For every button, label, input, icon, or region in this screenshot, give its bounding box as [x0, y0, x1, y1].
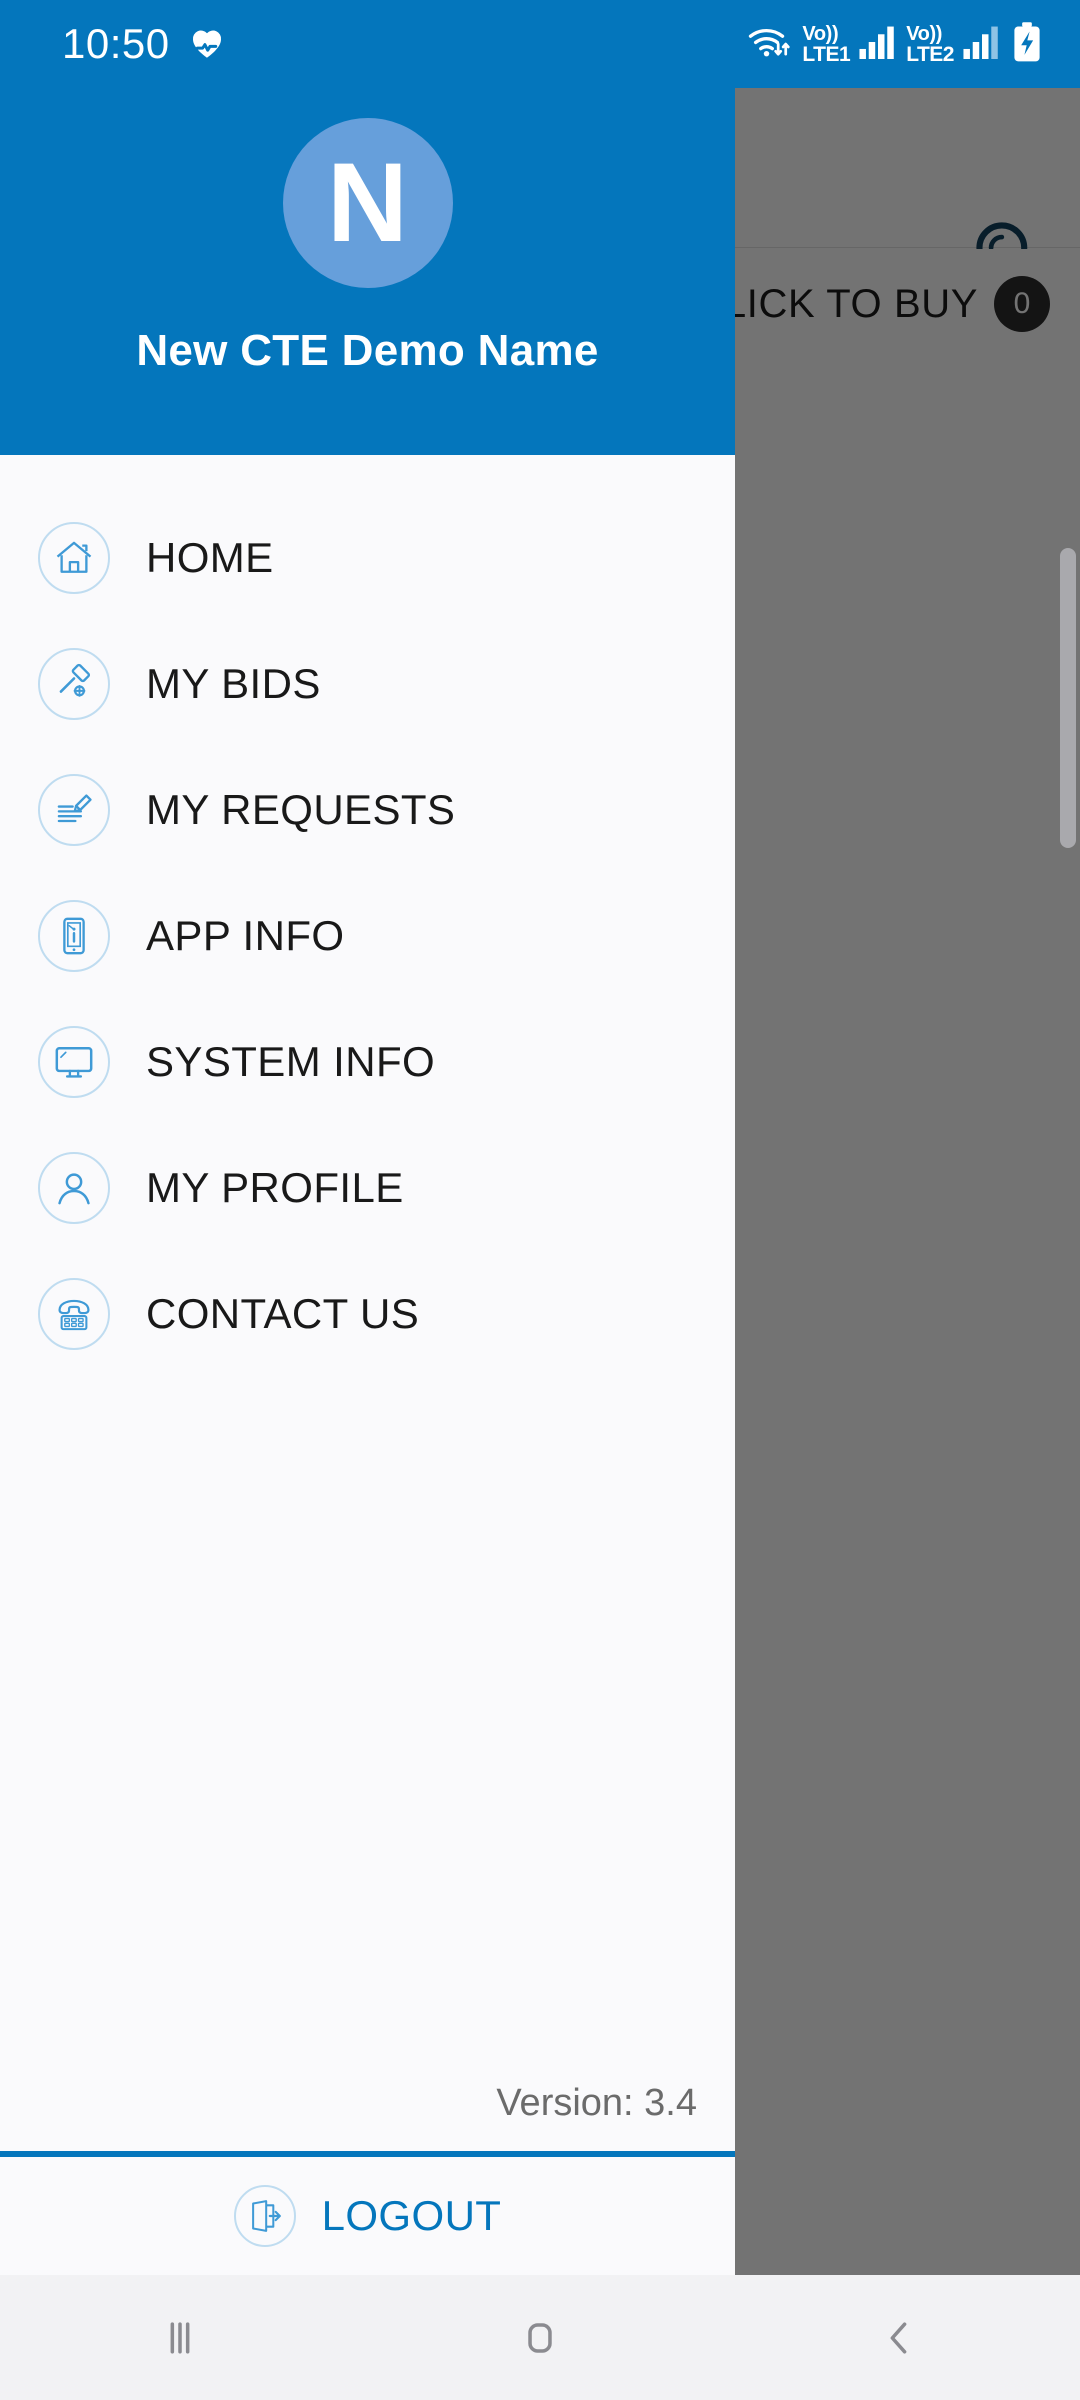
- avatar: N: [282, 118, 453, 288]
- logout-label: LOGOUT: [321, 2192, 502, 2239]
- status-bar-right: Vo)) LTE1 Vo)) LTE2: [747, 21, 1044, 68]
- account-name: New CTE Demo Name: [136, 326, 599, 375]
- sidebar-item-my-requests[interactable]: MY REQUESTS: [0, 747, 735, 873]
- status-bar: 10:50 Vo)) LTE1 Vo)) LTE2: [0, 0, 1080, 88]
- app-version-label: Version: 3.4: [496, 2082, 697, 2124]
- sidebar-item-system-info[interactable]: SYSTEM INFO: [0, 999, 735, 1125]
- sidebar-item-my-profile[interactable]: MY PROFILE: [0, 1125, 735, 1251]
- sidebar-item-label: MY REQUESTS: [146, 786, 456, 833]
- home-square-icon[interactable]: [360, 2275, 720, 2400]
- back-chevron-icon[interactable]: [720, 2275, 1080, 2400]
- health-heart-icon: [186, 21, 228, 68]
- sidebar-item-label: SYSTEM INFO: [146, 1038, 436, 1085]
- navigation-drawer: N New CTE Demo Name HOME MY BIDS MY REQU…: [0, 0, 735, 2275]
- signal-bars-sim1-icon: [857, 25, 899, 64]
- logout-button[interactable]: LOGOUT: [0, 2157, 735, 2275]
- sidebar-item-label: MY PROFILE: [146, 1164, 404, 1211]
- sidebar-item-label: HOME: [146, 534, 274, 581]
- status-bar-left: 10:50: [62, 20, 228, 68]
- sidebar-item-label: MY BIDS: [146, 660, 321, 707]
- recents-icon[interactable]: [0, 2275, 360, 2400]
- sidebar-item-my-bids[interactable]: MY BIDS: [0, 621, 735, 747]
- status-time: 10:50: [62, 20, 170, 67]
- phone-info-icon: [38, 900, 110, 972]
- sidebar-item-app-info[interactable]: APP INFO: [0, 873, 735, 999]
- sidebar-item-contact-us[interactable]: CONTACT US: [0, 1251, 735, 1377]
- system-navigation-bar: [0, 2275, 1080, 2400]
- drawer-menu-list: HOME MY BIDS MY REQUESTS APP INFO SYSTEM…: [0, 455, 735, 2082]
- phone-screen: CLICK TO BUY 0 n. Kindly come N New CTE …: [0, 0, 1080, 2400]
- monitor-icon: [38, 1026, 110, 1098]
- battery-charging-icon: [1010, 21, 1044, 68]
- document-pencil-icon: [38, 774, 110, 846]
- wifi-icon: [747, 22, 795, 67]
- sidebar-item-home[interactable]: HOME: [0, 495, 735, 621]
- gavel-icon: [38, 648, 110, 720]
- signal-bars-sim2-icon: [961, 25, 1003, 64]
- exit-door-icon: [233, 2185, 296, 2247]
- person-icon: [38, 1152, 110, 1224]
- home-icon: [38, 522, 110, 594]
- sidebar-item-label: CONTACT US: [146, 1290, 420, 1337]
- sidebar-item-label: APP INFO: [146, 912, 345, 959]
- volte2-icon: Vo)) LTE2: [906, 22, 954, 66]
- telephone-icon: [38, 1278, 110, 1350]
- vertical-scrollbar[interactable]: [1060, 548, 1076, 848]
- volte1-icon: Vo)) LTE1: [802, 22, 851, 66]
